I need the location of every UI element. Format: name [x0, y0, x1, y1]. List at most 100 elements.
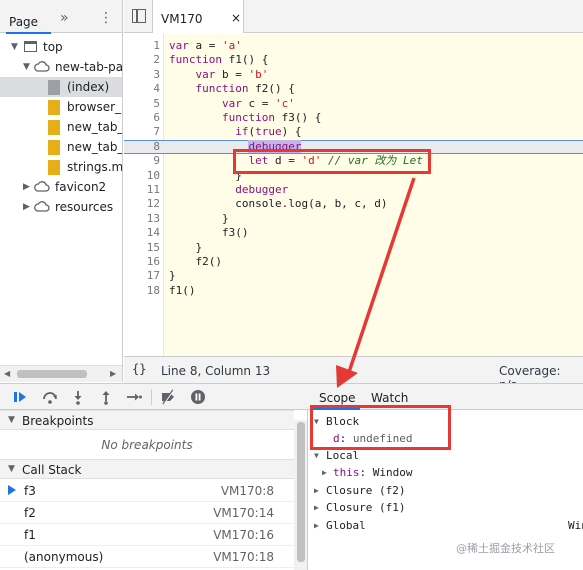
step-into-icon[interactable] [70, 389, 86, 405]
line-number[interactable]: 11 [124, 183, 160, 197]
collapsed-arrow-icon[interactable]: ▶ [23, 197, 30, 217]
step-over-icon[interactable] [42, 389, 58, 405]
scope-closure-f1[interactable]: ▶ Closure (f1) [314, 499, 514, 516]
resume-icon[interactable] [12, 389, 28, 405]
collapsed-arrow-icon[interactable]: ▶ [314, 482, 319, 499]
line-number[interactable]: 9 [124, 154, 160, 168]
expand-arrow-icon[interactable]: ▼ [8, 415, 15, 425]
call-frame[interactable]: f3 VM170:8 [0, 480, 294, 502]
line-number[interactable]: 14 [124, 226, 160, 240]
call-frame[interactable]: f2 VM170:14 [0, 502, 294, 524]
line-number[interactable]: 18 [124, 284, 160, 298]
line-number[interactable]: 10 [124, 169, 160, 183]
navigator-menu-icon[interactable]: ⋮ [99, 10, 113, 26]
code-line[interactable]: function f3() { [169, 111, 321, 125]
editor-file-tab[interactable]: VM170 × [152, 0, 244, 33]
collapsed-arrow-icon[interactable]: ▶ [314, 517, 319, 534]
line-number[interactable]: 1 [124, 39, 160, 53]
expand-arrow-icon[interactable]: ▼ [8, 464, 15, 474]
file-navigator: Page » ⋮ ▼ top ▼ new-tab-page (index) br… [0, 0, 123, 382]
collapsed-arrow-icon[interactable]: ▶ [23, 177, 30, 197]
line-number[interactable]: 6 [124, 111, 160, 125]
code-line[interactable]: } [169, 169, 242, 183]
step-icon[interactable] [126, 389, 142, 405]
file-icon [48, 80, 60, 95]
code-line[interactable]: f2() [169, 255, 222, 269]
step-out-icon[interactable] [98, 389, 114, 405]
tab-page[interactable]: Page [6, 7, 51, 34]
current-frame-arrow-icon [8, 485, 16, 495]
call-frame[interactable]: (anonymous) VM170:18 [0, 546, 294, 568]
sidebar-vertical-scrollbar[interactable] [294, 420, 307, 570]
code-line[interactable]: if(true) { [169, 125, 301, 139]
scroll-right-icon[interactable]: ▶ [110, 369, 116, 378]
tree-item-file[interactable]: strings.m.js [0, 157, 123, 177]
collapsed-arrow-icon[interactable]: ▶ [314, 499, 319, 516]
code-line[interactable]: } [169, 241, 202, 255]
line-number[interactable]: 12 [124, 197, 160, 211]
tab-scope[interactable]: Scope [319, 391, 356, 405]
tree-item-label: (index) [67, 80, 110, 94]
call-frame-location[interactable]: VM170:16 [213, 528, 274, 542]
scope-global[interactable]: ▶ Global Win [314, 517, 583, 534]
tree-item-resources[interactable]: ▶ resources [0, 197, 122, 217]
deactivate-breakpoints-icon[interactable] [160, 389, 176, 405]
toggle-navigator-icon[interactable] [132, 9, 146, 23]
line-number[interactable]: 8 [124, 140, 160, 154]
tree-item-favicon2[interactable]: ▶ favicon2 [0, 177, 122, 197]
code-line[interactable]: console.log(a, b, c, d) [169, 197, 387, 211]
tree-item-label: strings.m.js [67, 160, 123, 174]
breakpoints-header[interactable]: ▼ Breakpoints [0, 410, 294, 430]
code-line[interactable]: f3() [169, 226, 249, 240]
line-number[interactable]: 17 [124, 269, 160, 283]
code-line[interactable]: var a = 'a' [169, 39, 242, 53]
line-number[interactable]: 7 [124, 125, 160, 139]
pause-on-exceptions-icon[interactable] [190, 389, 206, 405]
navigator-horizontal-scrollbar[interactable]: ◀ ▶ [0, 365, 122, 382]
code-line[interactable]: } [169, 212, 229, 226]
tree-item-top[interactable]: ▼ top [0, 37, 122, 57]
scrollbar-thumb[interactable] [17, 370, 87, 378]
code-line[interactable]: function f2() { [169, 82, 295, 96]
close-icon[interactable]: × [231, 11, 241, 25]
tree-item-new-tab-page[interactable]: ▼ new-tab-page [0, 57, 122, 77]
line-number[interactable]: 2 [124, 53, 160, 67]
tree-item-file[interactable]: browser_proxy.js [0, 97, 122, 117]
code-line[interactable]: f1() [169, 284, 196, 298]
expand-arrow-icon[interactable]: ▼ [23, 57, 30, 77]
line-number[interactable]: 13 [124, 212, 160, 226]
frame-icon [24, 41, 37, 52]
navigator-tabbar: Page » ⋮ [0, 0, 122, 34]
tree-item-file[interactable]: new_tab_page.js [0, 117, 122, 137]
tab-watch[interactable]: Watch [371, 391, 408, 405]
scrollbar-thumb[interactable] [297, 422, 305, 562]
line-number[interactable]: 3 [124, 68, 160, 82]
call-frame-location[interactable]: VM170:8 [221, 484, 274, 498]
code-line[interactable]: debugger [169, 183, 288, 197]
line-number[interactable]: 5 [124, 97, 160, 111]
annotation-box-block-scope [310, 405, 451, 450]
collapsed-arrow-icon[interactable]: ▶ [322, 464, 327, 481]
call-stack-header[interactable]: ▼ Call Stack [0, 459, 294, 479]
line-number[interactable]: 15 [124, 241, 160, 255]
scroll-left-icon[interactable]: ◀ [4, 369, 10, 378]
cloud-icon [34, 201, 50, 212]
code-line[interactable]: var b = 'b' [169, 68, 269, 82]
line-number[interactable]: 16 [124, 255, 160, 269]
call-frame-location[interactable]: VM170:18 [213, 550, 274, 564]
tree-item-index[interactable]: (index) [0, 77, 122, 97]
pretty-print-button[interactable]: {} [132, 362, 146, 376]
editor-tabbar: VM170 × [124, 0, 583, 33]
call-frame[interactable]: f1 VM170:16 [0, 524, 294, 546]
code-line[interactable]: } [169, 269, 176, 283]
more-tabs-icon[interactable]: » [60, 10, 69, 26]
code-line[interactable]: function f1() { [169, 53, 268, 67]
expand-arrow-icon[interactable]: ▼ [11, 37, 18, 57]
code-line[interactable]: var c = 'c' [169, 97, 295, 111]
scope-property[interactable]: ▶ this: Window [322, 464, 522, 481]
line-number[interactable]: 4 [124, 82, 160, 96]
scope-closure-f2[interactable]: ▶ Closure (f2) [314, 482, 514, 499]
tree-item-file[interactable]: new_tab_page_proxy.js [0, 137, 122, 157]
call-frame-location[interactable]: VM170:14 [213, 506, 274, 520]
property-value: Win [568, 519, 583, 532]
